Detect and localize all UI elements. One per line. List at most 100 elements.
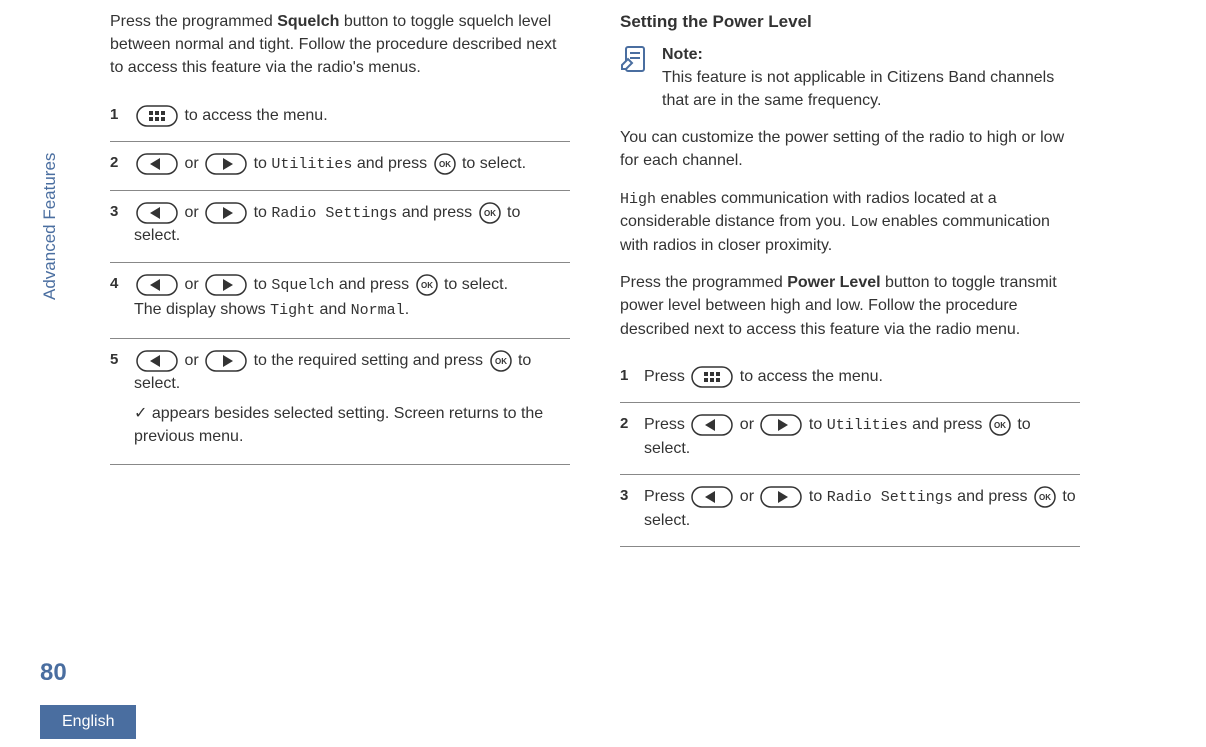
text: Press [644, 368, 689, 385]
text: to the required setting and press [249, 352, 487, 369]
text: or [180, 352, 203, 369]
step-body: Press or to Radio Settings and press to … [644, 485, 1080, 532]
text: or [180, 204, 203, 221]
text: to [249, 276, 271, 293]
squelch-intro: Press the programmed Squelch button to t… [110, 10, 570, 80]
step-number: 3 [110, 201, 134, 248]
menu-item: Radio Settings [271, 205, 397, 222]
step-3: 3 or to Radio Settings and press to sele… [110, 191, 570, 263]
text: to [249, 155, 271, 172]
step-body: to access the menu. [134, 104, 570, 127]
text: and press [397, 204, 476, 221]
text: Press [644, 416, 689, 433]
menu-item: Utilities [271, 156, 352, 173]
right-arrow-icon [205, 201, 247, 224]
text: and [315, 301, 351, 318]
check-icon: ✓ [134, 405, 147, 422]
section-tab: Advanced Features [40, 153, 60, 300]
text: to [249, 204, 271, 221]
text: appears besides selected setting. Screen… [134, 405, 543, 445]
left-arrow-icon [691, 413, 733, 436]
menu-item: Radio Settings [827, 489, 953, 506]
text: to access the menu. [735, 368, 883, 385]
text: or [735, 488, 758, 505]
text: and press [352, 155, 431, 172]
step-body: Press or to Utilities and press to selec… [644, 413, 1080, 460]
text: and press [908, 416, 987, 433]
menu-item: Tight [270, 302, 315, 319]
step-body: or to Utilities and press to select. [134, 152, 570, 176]
paragraph: You can customize the power setting of t… [620, 126, 1080, 172]
text: The display shows [134, 301, 270, 318]
step-body: or to Squelch and press to select. The d… [134, 273, 570, 325]
step-1: 1 to access the menu. [110, 94, 570, 142]
step-number: 1 [110, 104, 134, 127]
menu-item: Utilities [827, 417, 908, 434]
text: to [804, 416, 826, 433]
ok-button-icon [434, 152, 456, 175]
step-5: 5 or to the required setting and press t… [110, 339, 570, 465]
step-number: 1 [620, 365, 644, 388]
right-column: Setting the Power Level Note: This featu… [620, 10, 1080, 547]
ok-button-icon [479, 201, 501, 224]
ok-button-icon [1034, 485, 1056, 508]
text-bold: Squelch [277, 13, 339, 30]
left-arrow-icon [691, 485, 733, 508]
right-arrow-icon [760, 485, 802, 508]
text: and press [953, 488, 1032, 505]
step-body: or to the required setting and press to … [134, 349, 570, 450]
step-number: 3 [620, 485, 644, 532]
page-number: 80 [40, 659, 67, 687]
step-3: 3 Press or to Radio Settings and press t… [620, 475, 1080, 547]
left-arrow-icon [136, 152, 178, 175]
text: to select. [440, 276, 508, 293]
text: or [180, 155, 203, 172]
step-number: 2 [620, 413, 644, 460]
right-arrow-icon [760, 413, 802, 436]
left-arrow-icon [136, 201, 178, 224]
step-body: or to Radio Settings and press to select… [134, 201, 570, 248]
text: to select. [458, 155, 526, 172]
note-icon [620, 45, 650, 75]
note-block: Note: This feature is not applicable in … [620, 43, 1080, 113]
text: and press [334, 276, 413, 293]
text: or [180, 276, 203, 293]
note-label: Note: [662, 46, 703, 63]
note-text: This feature is not applicable in Citize… [662, 69, 1054, 109]
step-1: 1 Press to access the menu. [620, 355, 1080, 403]
left-arrow-icon [136, 349, 178, 372]
left-column: Press the programmed Squelch button to t… [110, 10, 570, 547]
text: Press the programmed [110, 13, 277, 30]
ok-button-icon [416, 273, 438, 296]
step-number: 2 [110, 152, 134, 176]
text: Press [644, 488, 689, 505]
step-2: 2 Press or to Utilities and press to sel… [620, 403, 1080, 475]
text: to [804, 488, 826, 505]
section-heading: Setting the Power Level [620, 10, 1080, 35]
left-arrow-icon [136, 273, 178, 296]
menu-button-icon [136, 104, 178, 127]
text: to access the menu. [180, 107, 328, 124]
menu-item: Normal [351, 302, 405, 319]
menu-item: Low [850, 214, 877, 231]
paragraph: High enables communication with radios l… [620, 187, 1080, 258]
right-arrow-icon [205, 349, 247, 372]
step-2: 2 or to Utilities and press to select. [110, 142, 570, 191]
text-bold: Power Level [787, 274, 880, 291]
language-tab: English [40, 705, 136, 739]
step-number: 4 [110, 273, 134, 325]
step-4: 4 or to Squelch and press to select. The… [110, 263, 570, 340]
text: . [405, 301, 409, 318]
menu-button-icon [691, 365, 733, 388]
text: or [735, 416, 758, 433]
text: Press the programmed [620, 274, 787, 291]
right-arrow-icon [205, 273, 247, 296]
paragraph: Press the programmed Power Level button … [620, 271, 1080, 341]
ok-button-icon [490, 349, 512, 372]
step-number: 5 [110, 349, 134, 450]
right-arrow-icon [205, 152, 247, 175]
menu-item: High [620, 191, 656, 208]
note-body: Note: This feature is not applicable in … [662, 43, 1080, 113]
menu-item: Squelch [271, 277, 334, 294]
step-body: Press to access the menu. [644, 365, 1080, 388]
